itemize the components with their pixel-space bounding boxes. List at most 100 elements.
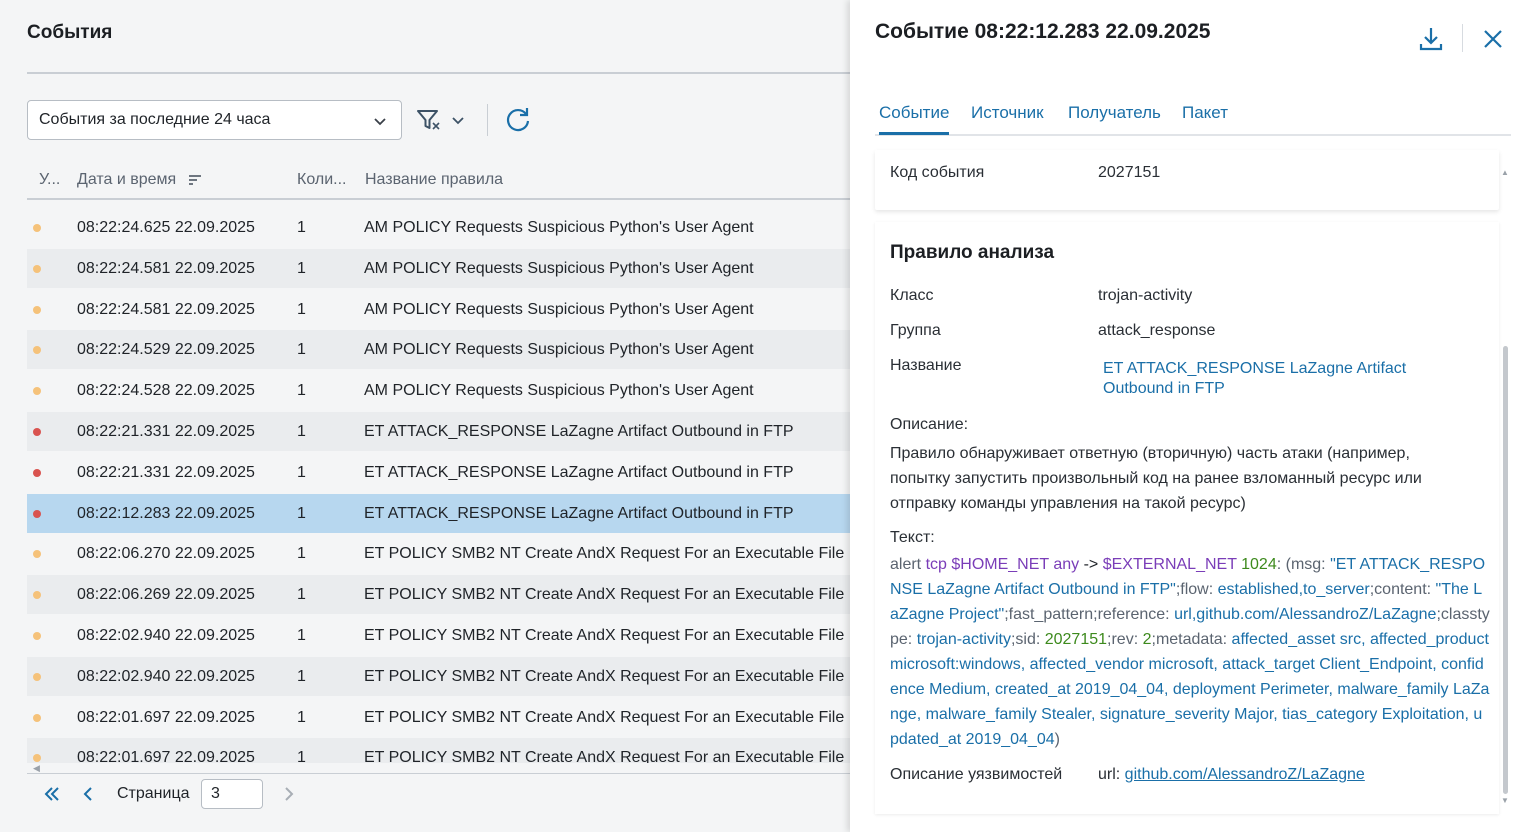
- row-rule-name: ET ATTACK_RESPONSE LaZagne Artifact Outb…: [364, 423, 794, 440]
- tab-event[interactable]: Событие: [879, 103, 950, 135]
- row-count: 1: [297, 463, 306, 481]
- rule-text-part: trojan-activity: [916, 631, 1011, 648]
- row-count: 1: [297, 259, 306, 277]
- download-button[interactable]: [1416, 24, 1446, 54]
- table-row[interactable]: 08:22:01.697 22.09.2025 1 ET POLICY SMB2 N…: [27, 738, 850, 763]
- class-value: trojan-activity: [1098, 287, 1193, 304]
- row-rule-name: ET POLICY SMB2 NT Create AndX Request Fo…: [364, 545, 845, 563]
- period-select[interactable]: События за последние 24 часа: [27, 100, 402, 140]
- row-datetime: 08:22:01.697 22.09.2025: [77, 708, 255, 726]
- table-row[interactable]: 08:22:01.697 22.09.2025 1 ET POLICY SMB2 N…: [27, 697, 850, 737]
- row-datetime: 08:22:01.697 22.09.2025: [77, 749, 255, 763]
- rule-text-part: tcp: [925, 556, 952, 573]
- detail-tabs: Событие Источник Получатель Пакет: [875, 94, 1511, 136]
- severity-warning-dot: [33, 632, 41, 640]
- row-count: 1: [297, 667, 306, 685]
- refresh-button[interactable]: [503, 104, 535, 136]
- column-datetime[interactable]: Дата и время: [77, 171, 176, 189]
- chevron-down-icon: [374, 118, 386, 126]
- group-value: attack_response: [1098, 322, 1216, 339]
- row-datetime: 08:22:24.529 22.09.2025: [77, 341, 255, 359]
- row-datetime: 08:22:12.283 22.09.2025: [77, 504, 255, 522]
- rule-text-part: ;fast_pattern;reference:: [1004, 606, 1175, 623]
- column-level[interactable]: У...: [39, 171, 60, 189]
- description-text: Правило обнаруживает ответную (вторичную…: [890, 445, 1422, 512]
- rule-name-line-1: ET ATTACK_RESPONSE LaZagne Artifact: [1103, 360, 1407, 377]
- sort-icon[interactable]: [187, 172, 203, 188]
- rule-text-part: ;content:: [1369, 581, 1436, 598]
- event-code-label: Код события: [890, 164, 985, 181]
- rule-text-part: url,github.com/AlessandroZ/LaZagne: [1174, 606, 1437, 623]
- events-table-body: 08:22:24.625 22.09.2025 1 AM POLICY Reques…: [27, 208, 850, 763]
- filter-button[interactable]: [414, 104, 472, 136]
- table-row[interactable]: 08:22:24.581 22.09.2025 1 AM POLICY Reques…: [27, 289, 850, 329]
- column-count[interactable]: Коли...: [297, 171, 346, 189]
- vertical-scrollbar[interactable]: ▲ ▼: [1501, 168, 1511, 810]
- vuln-label: Описание уязвимостей: [890, 766, 1063, 783]
- table-row[interactable]: 08:22:21.331 22.09.2025 1 ET ATTACK_RESPON…: [27, 412, 850, 451]
- scroll-up-icon[interactable]: ▲: [1501, 168, 1509, 177]
- severity-warning-dot: [33, 305, 41, 314]
- row-datetime: 08:22:21.331 22.09.2025: [77, 423, 255, 440]
- rule-text-part: ): [1054, 731, 1060, 748]
- table-row[interactable]: 08:22:02.940 22.09.2025 1 ET POLICY SMB2 N…: [27, 616, 850, 655]
- row-rule-name: AM POLICY Requests Suspicious Python's U…: [364, 382, 754, 400]
- rule-text-part: ;rev:: [1107, 631, 1143, 648]
- table-row[interactable]: 08:22:21.331 22.09.2025 1 ET ATTACK_RESPON…: [27, 452, 850, 492]
- severity-critical-dot: [33, 428, 41, 436]
- scroll-down-icon[interactable]: ▼: [1501, 796, 1509, 805]
- table-row[interactable]: 08:22:02.940 22.09.2025 1 ET POLICY SMB2 N…: [27, 656, 850, 696]
- row-count: 1: [297, 749, 306, 763]
- column-rule-name[interactable]: Название правила: [365, 171, 503, 189]
- severity-warning-dot: [33, 224, 41, 232]
- page-title: События: [27, 22, 113, 43]
- severity-critical-dot: [33, 468, 41, 477]
- severity-warning-dot: [33, 591, 41, 600]
- table-row[interactable]: 08:22:24.528 22.09.2025 1 AM POLICY Reques…: [27, 371, 850, 411]
- table-row[interactable]: 08:22:24.581 22.09.2025 1 AM POLICY Reques…: [27, 248, 850, 288]
- row-rule-name: AM POLICY Requests Suspicious Python's U…: [364, 300, 754, 318]
- row-rule-name: ET POLICY SMB2 NT Create AndX Request Fo…: [364, 708, 845, 726]
- table-row[interactable]: 08:22:24.529 22.09.2025 1 AM POLICY Reques…: [27, 330, 850, 370]
- title-divider: [27, 72, 850, 74]
- event-code-card: Код события 2027151: [875, 150, 1499, 210]
- table-row[interactable]: 08:22:12.283 22.09.2025 1 ET ATTACK_RESPON…: [27, 493, 850, 533]
- next-page-icon[interactable]: [281, 784, 297, 804]
- header-divider: [1462, 24, 1463, 52]
- row-rule-name: AM POLICY Requests Suspicious Python's U…: [364, 341, 754, 359]
- horizontal-scrollbar[interactable]: ◀: [27, 763, 850, 773]
- vuln-link[interactable]: github.com/AlessandroZ/LaZagne: [1125, 766, 1365, 783]
- scrollbar-thumb[interactable]: [1503, 346, 1508, 794]
- row-rule-name: AM POLICY Requests Suspicious Python's U…: [364, 219, 754, 236]
- row-count: 1: [297, 545, 306, 563]
- rule-text-part: ;sid:: [1010, 631, 1045, 648]
- row-rule-name: ET ATTACK_RESPONSE LaZagne Artifact Outb…: [364, 504, 794, 522]
- rule-name-link[interactable]: ET ATTACK_RESPONSE LaZagne Artifact Outb…: [1103, 359, 1433, 399]
- table-row[interactable]: 08:22:06.269 22.09.2025 1 ET POLICY SMB2 N…: [27, 575, 850, 615]
- tab-source[interactable]: Источник: [971, 103, 1044, 123]
- rule-text-part: alert: [890, 556, 926, 573]
- row-rule-name: ET ATTACK_RESPONSE LaZagne Artifact Outb…: [364, 463, 794, 481]
- prev-page-icon[interactable]: [80, 784, 96, 804]
- row-count: 1: [297, 504, 306, 522]
- rule-text-part: : (msg:: [1276, 556, 1331, 573]
- row-datetime: 08:22:02.940 22.09.2025: [77, 627, 255, 644]
- row-datetime: 08:22:02.940 22.09.2025: [77, 667, 255, 685]
- rule-text-part: ->: [1083, 556, 1103, 573]
- page-input[interactable]: 3: [201, 779, 263, 809]
- text-label: Текст:: [890, 529, 935, 546]
- rule-text-part: ;metadata:: [1151, 631, 1232, 648]
- table-row[interactable]: 08:22:24.625 22.09.2025 1 AM POLICY Reques…: [27, 208, 850, 247]
- pagination: Страница 3: [27, 778, 427, 810]
- row-count: 1: [297, 341, 306, 359]
- table-row[interactable]: 08:22:06.270 22.09.2025 1 ET POLICY SMB2 N…: [27, 534, 850, 574]
- class-label: Класс: [890, 287, 934, 304]
- rule-text-part: $EXTERNAL_NET: [1102, 556, 1242, 573]
- close-button[interactable]: [1478, 24, 1508, 54]
- vuln-prefix: url:: [1098, 766, 1125, 783]
- chevron-down-icon: [452, 117, 464, 125]
- tab-packet[interactable]: Пакет: [1182, 103, 1228, 123]
- tab-destination[interactable]: Получатель: [1068, 103, 1161, 123]
- first-page-icon[interactable]: [42, 784, 62, 804]
- severity-warning-dot: [33, 346, 41, 355]
